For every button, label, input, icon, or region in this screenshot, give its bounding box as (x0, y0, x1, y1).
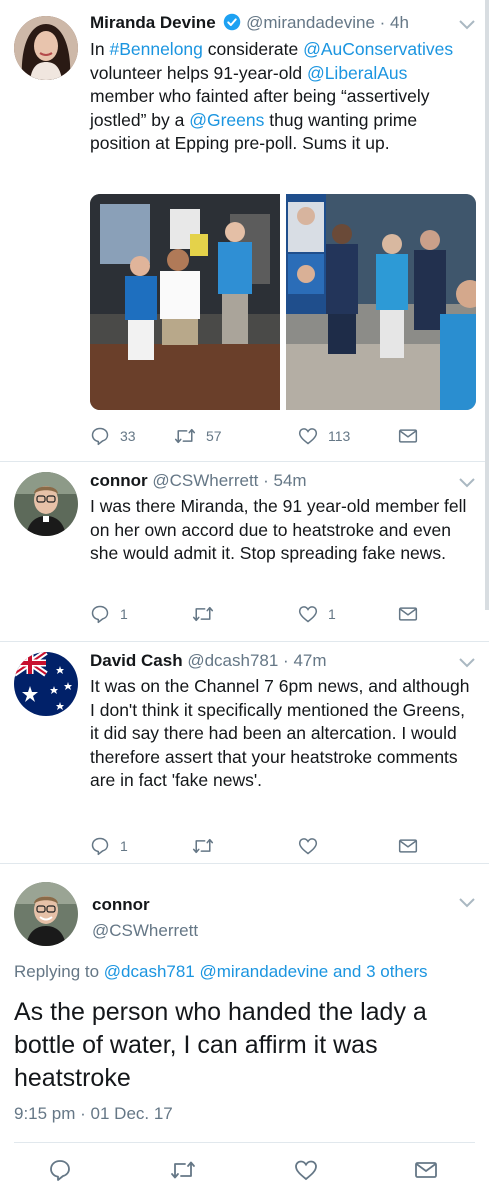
avatar[interactable] (14, 16, 78, 80)
scrollbar[interactable] (485, 0, 489, 610)
tweet-text-segment: In (90, 39, 110, 59)
message-button[interactable] (414, 1158, 438, 1182)
author-name[interactable]: Miranda Devine (90, 13, 216, 32)
tweet-time[interactable]: 47m (293, 651, 326, 670)
like-button[interactable]: 113 (298, 424, 350, 448)
like-count: 113 (328, 428, 351, 444)
tweet-text: I was there Miranda, the 91 year-old mem… (90, 496, 467, 563)
tweet-text: In #Bennelong considerate @AuConservativ… (90, 38, 470, 156)
replying-to-users[interactable]: @dcash781 @mirandadevine and 3 others (104, 962, 428, 981)
chevron-down-icon[interactable] (457, 896, 477, 910)
heart-icon (298, 428, 318, 445)
author-handle[interactable]: @CSWherrett (152, 471, 258, 490)
tweet-text-segment: volunteer helps 91-year-old (90, 62, 307, 83)
heart-icon (298, 838, 318, 855)
reply-count: 1 (120, 606, 128, 622)
retweet-button[interactable] (170, 1158, 196, 1182)
like-button[interactable] (298, 834, 318, 858)
tweet-miranda[interactable]: Miranda Devine @mirandadevine · 4h In #B… (0, 0, 489, 460)
tweet-link[interactable]: @Greens (189, 110, 264, 130)
message-button[interactable] (398, 602, 418, 626)
reply-count: 33 (120, 428, 136, 444)
tweet-connor-reply[interactable]: connor @CSWherrett · 54m I was there Mir… (0, 462, 489, 642)
avatar[interactable] (14, 472, 78, 536)
author-handle[interactable]: @CSWherrett (92, 921, 198, 940)
retweet-count: 57 (206, 428, 222, 444)
retweet-icon (192, 838, 214, 854)
chevron-down-icon[interactable] (457, 18, 477, 32)
author-name[interactable]: David Cash (90, 651, 183, 670)
verified-icon (223, 13, 241, 37)
focused-tweet-text: As the person who handed the lady a bott… (14, 998, 427, 1092)
reply-icon (91, 837, 109, 856)
message-button[interactable] (398, 424, 418, 448)
retweet-icon (192, 606, 214, 622)
reply-button[interactable]: 1 (90, 602, 128, 626)
tweet-text-segment: considerate (202, 39, 304, 59)
envelope-icon (398, 429, 418, 443)
chevron-down-icon[interactable] (457, 656, 477, 670)
author-handle[interactable]: @mirandadevine (246, 13, 375, 32)
tweet-text: It was on the Channel 7 6pm news, and al… (90, 676, 470, 790)
reply-icon (50, 1160, 70, 1181)
heart-icon (295, 1160, 317, 1181)
replying-to: Replying to @dcash781 @mirandadevine and… (14, 962, 428, 981)
envelope-icon (398, 607, 418, 621)
retweet-icon (171, 1161, 195, 1179)
reply-count: 1 (120, 838, 128, 854)
envelope-icon (415, 1162, 437, 1178)
tweet-time[interactable]: 4h (390, 13, 409, 32)
tweet-link[interactable]: @AuConservatives (303, 39, 453, 59)
divider (14, 1142, 475, 1143)
avatar[interactable] (14, 882, 78, 946)
author-name[interactable]: connor (92, 895, 150, 914)
retweet-button[interactable]: 57 (174, 424, 222, 448)
author-handle[interactable]: @dcash781 (187, 651, 278, 670)
tweet-time[interactable]: 54m (274, 471, 307, 490)
heart-icon (298, 606, 318, 623)
reply-button[interactable]: 1 (90, 834, 128, 858)
reply-button[interactable]: 33 (90, 424, 136, 448)
retweet-button[interactable] (192, 834, 214, 858)
message-button[interactable] (398, 834, 418, 858)
tweet-link[interactable]: @LiberalAus (307, 63, 407, 83)
tweet-photo[interactable] (90, 194, 476, 410)
avatar[interactable] (14, 652, 78, 716)
reply-button[interactable] (48, 1158, 72, 1182)
tweet-david-cash[interactable]: David Cash @dcash781 · 47m It was on the… (0, 642, 489, 864)
reply-icon (91, 427, 109, 446)
like-count: 1 (328, 606, 336, 622)
envelope-icon (398, 839, 418, 853)
tweet-timestamp[interactable]: 9:15 pm · 01 Dec. 17 (14, 1104, 173, 1124)
retweet-icon (174, 428, 196, 444)
like-button[interactable]: 1 (298, 602, 336, 626)
chevron-down-icon[interactable] (457, 476, 477, 490)
tweet-link[interactable]: #Bennelong (109, 39, 202, 59)
retweet-button[interactable] (192, 602, 214, 626)
author-name[interactable]: connor (90, 471, 148, 490)
like-button[interactable] (294, 1158, 318, 1182)
reply-icon (91, 605, 109, 624)
